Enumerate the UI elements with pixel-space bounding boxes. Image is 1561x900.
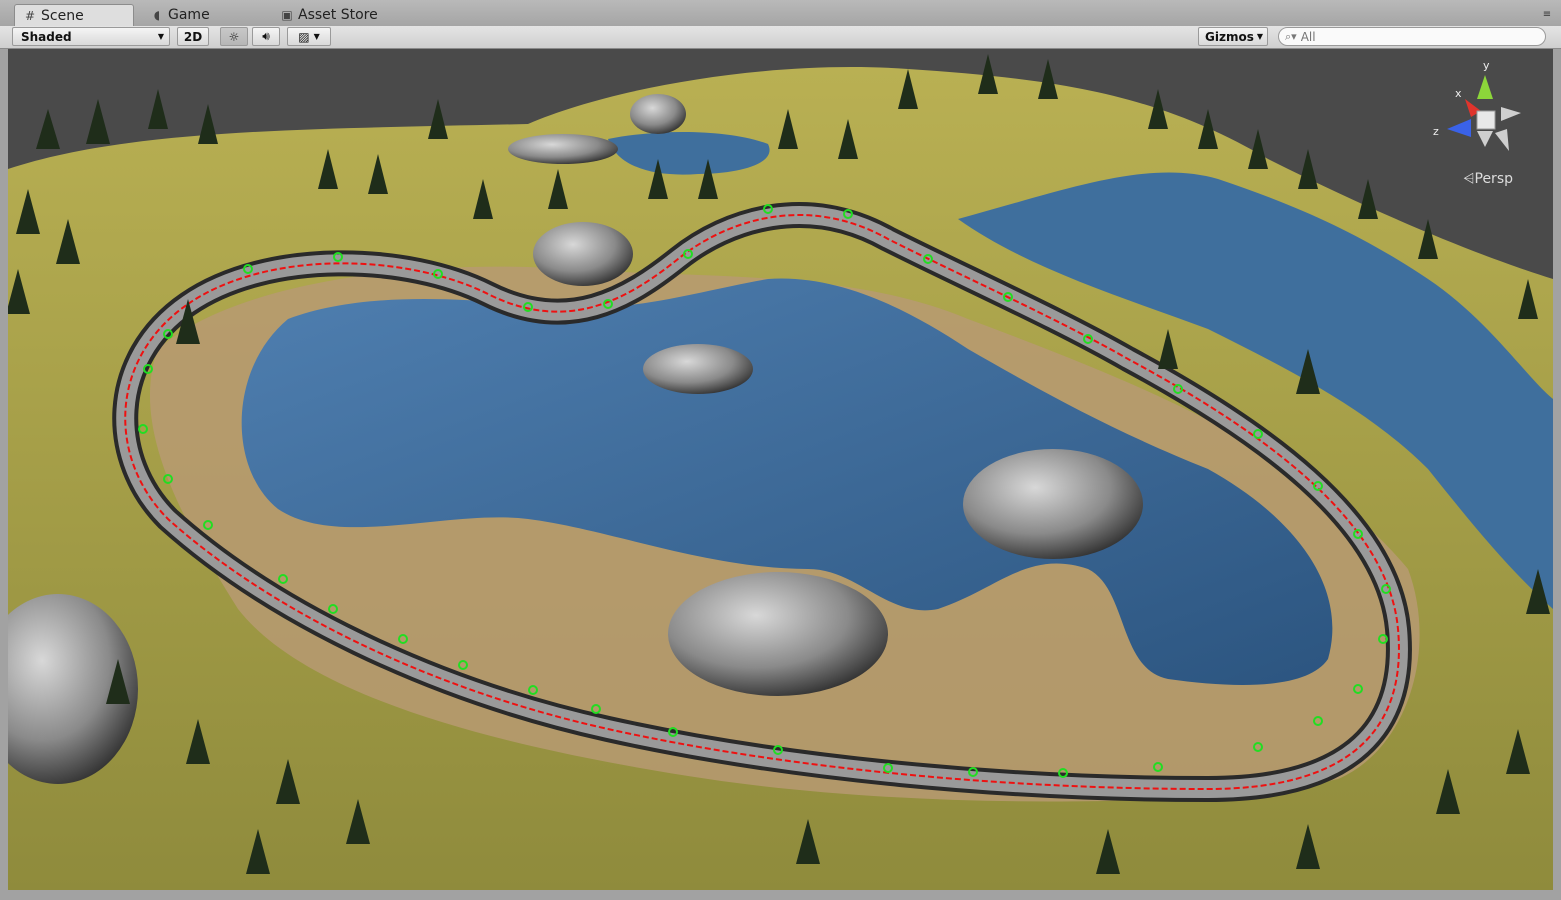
projection-label: Persp (1474, 171, 1514, 187)
editor-tab-bar: # Scene ◖ Game ▣ Asset Store ≡ (0, 0, 1561, 27)
neg-z-axis-cone[interactable] (1495, 129, 1509, 151)
speaker-icon: 🔊︎ (262, 29, 270, 43)
tab-game-label: Game (168, 7, 210, 23)
toggle-2d-button[interactable]: 2D (177, 27, 209, 46)
scene-toolbar: Shaded ▼ 2D ☼ 🔊︎ ▨ ▼ Gizmos ▼ ⌕▾ (0, 26, 1561, 49)
shading-mode-value: Shaded (21, 29, 72, 44)
search-input[interactable] (1298, 28, 1533, 45)
neg-y-axis-cone[interactable] (1477, 131, 1493, 147)
z-axis-cone[interactable] (1447, 119, 1471, 137)
audio-toggle-button[interactable]: 🔊︎ (252, 27, 280, 46)
tab-options-menu-icon[interactable]: ≡ (1541, 9, 1553, 21)
z-axis-label: z (1433, 125, 1439, 138)
projection-arrow-icon: ⩤ (1463, 171, 1475, 187)
rock-small-island (643, 344, 753, 394)
chevron-down-icon: ▼ (1256, 32, 1263, 41)
rock-large-center (668, 572, 888, 696)
chevron-down-icon: ▼ (157, 32, 164, 41)
tab-scene[interactable]: # Scene (14, 4, 134, 26)
toggle-2d-label: 2D (183, 29, 203, 44)
tab-asset-store-label: Asset Store (298, 7, 378, 23)
rock-top-left (508, 134, 618, 164)
sun-icon: ☼ (228, 29, 240, 44)
rock-far (630, 94, 686, 134)
chevron-down-icon: ▼ (313, 32, 320, 41)
tab-asset-store[interactable]: ▣ Asset Store (272, 4, 412, 26)
projection-toggle[interactable]: ⩤Persp (1463, 171, 1513, 187)
shopping-bag-icon: ▣ (281, 8, 293, 22)
pacman-icon: ◖ (153, 8, 161, 22)
tab-game[interactable]: ◖ Game (142, 4, 262, 26)
search-icon: ⌕▾ (1285, 29, 1297, 43)
terrain-scene-render (8, 49, 1553, 890)
center-cube[interactable] (1476, 110, 1496, 130)
hierarchy-search-field[interactable]: ⌕▾ (1278, 27, 1546, 46)
image-icon: ▨ (298, 29, 310, 44)
scene-viewport[interactable]: y x z ⩤Persp (8, 49, 1553, 890)
gizmos-label: Gizmos (1205, 29, 1254, 44)
x-axis-label: x (1455, 87, 1462, 100)
grid-icon: # (24, 8, 36, 23)
shading-mode-dropdown[interactable]: Shaded ▼ (12, 27, 170, 46)
rock-top (533, 222, 633, 286)
y-axis-label: y (1483, 59, 1490, 72)
neg-x-axis-cone[interactable] (1501, 107, 1521, 121)
lighting-toggle-button[interactable]: ☼ (220, 27, 248, 46)
y-axis-cone[interactable] (1477, 75, 1493, 99)
rock-right (963, 449, 1143, 559)
effects-dropdown-button[interactable]: ▨ ▼ (287, 27, 331, 46)
tab-scene-label: Scene (41, 7, 84, 24)
gizmos-dropdown[interactable]: Gizmos ▼ (1198, 27, 1268, 46)
